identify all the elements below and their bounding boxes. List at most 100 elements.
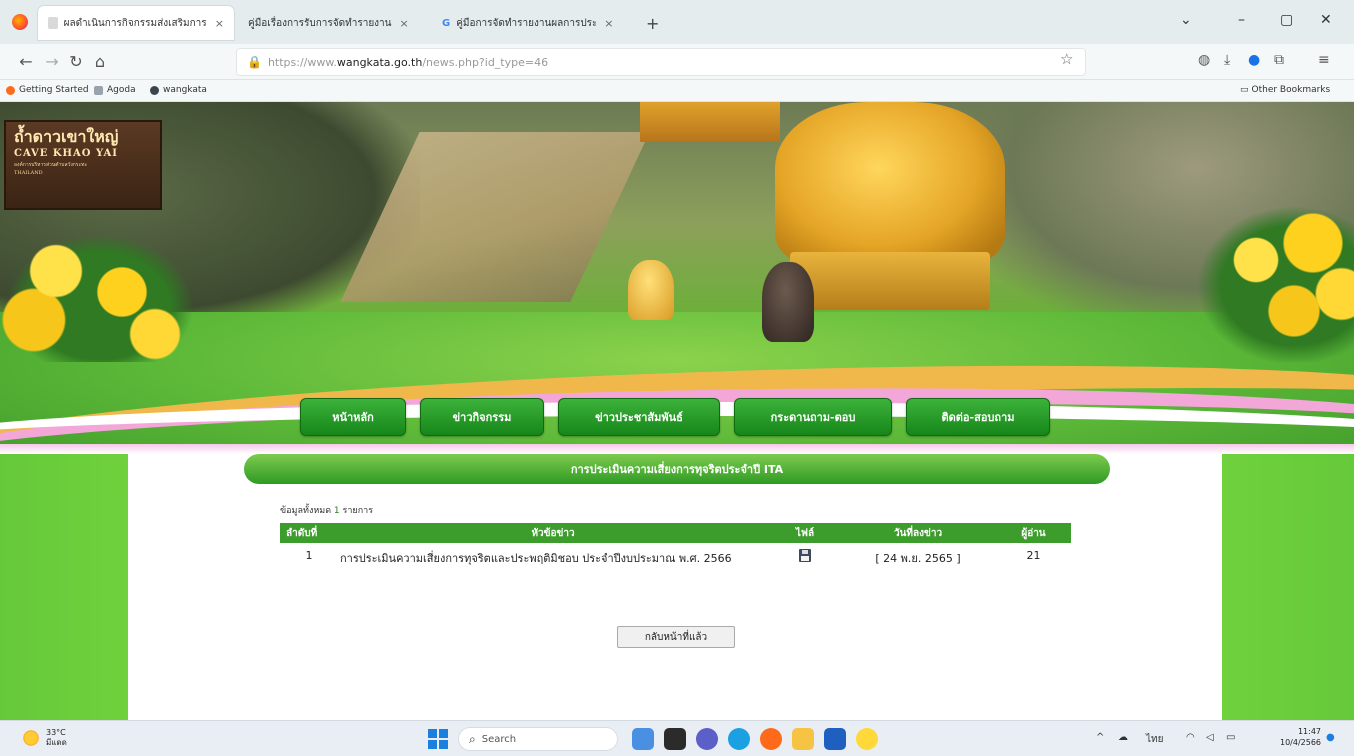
row-readers: 21 xyxy=(996,543,1071,573)
back-button[interactable]: กลับหน้าที่แล้ว xyxy=(617,626,735,648)
browser-tab-2[interactable]: คู่มือเรื่องการรับการจัดทำรายงาน × xyxy=(238,6,428,40)
weather-temp: 33°C xyxy=(46,728,66,737)
bookmark-label: wangkata xyxy=(163,85,207,95)
tray-cloud-icon[interactable]: ☁ xyxy=(1118,732,1128,743)
app-icon-widgets[interactable] xyxy=(632,728,654,750)
globe-bookmark-icon xyxy=(150,85,159,95)
maximize-button[interactable]: ▢ xyxy=(1280,12,1293,28)
downloads-icon[interactable]: ⤓ xyxy=(1224,52,1230,68)
sun-icon xyxy=(22,729,40,747)
bookmark-star-icon[interactable]: ☆ xyxy=(1060,50,1073,68)
menu-activity-news[interactable]: ข่าวกิจกรรม xyxy=(420,398,544,436)
extensions-icon[interactable]: ⧉ xyxy=(1274,52,1284,68)
clock-time: 11:47 xyxy=(1297,727,1322,736)
content-area xyxy=(0,444,1354,720)
count-value: 1 xyxy=(333,506,340,516)
app-icon-chat[interactable] xyxy=(696,728,718,750)
record-count: ข้อมูลทั้งหมด 1 รายการ xyxy=(280,503,373,517)
temple-roof-image xyxy=(640,102,780,142)
table-header-row: ลำดับที่ หัวข้อข่าว ไฟล์ วันที่ลงข่าว ผู… xyxy=(280,523,1071,543)
clock-date: 10/4/2566 xyxy=(1280,738,1322,747)
header-readers: ผู้อ่าน xyxy=(996,523,1071,543)
page-bookmark-icon xyxy=(94,85,103,95)
windows-taskbar: 33°C มีแดด ⌕ Search ^ ☁ ไทย ◠ ◁ ▭ 11:47 … xyxy=(0,720,1354,756)
pocket-icon[interactable]: ◍ xyxy=(1198,52,1210,68)
tab-list-button[interactable]: ⌄ xyxy=(1180,12,1192,28)
app-icon-edge[interactable] xyxy=(728,728,750,750)
back-arrow-icon[interactable]: ← xyxy=(16,52,36,71)
account-icon[interactable]: ● xyxy=(1248,52,1260,68)
browser-tab-strip: ผลดำเนินการกิจกรรมส่งเสริมการร ค่าย... ×… xyxy=(0,0,1354,44)
new-tab-button[interactable]: + xyxy=(646,14,659,33)
bookmark-label: Getting Started xyxy=(19,85,89,95)
app-icon-file-explorer[interactable] xyxy=(792,728,814,750)
row-title-link[interactable]: การประเมินความเสี่ยงการทุจริตและประพฤติม… xyxy=(336,543,770,573)
other-bookmarks[interactable]: ▭ Other Bookmarks xyxy=(1240,85,1330,95)
header-no: ลำดับที่ xyxy=(280,523,336,543)
app-icon-firefox[interactable] xyxy=(760,728,782,750)
bookmark-getting-started[interactable]: Getting Started xyxy=(6,85,89,95)
tray-chevron-icon[interactable]: ^ xyxy=(1096,732,1104,743)
tray-language[interactable]: ไทย xyxy=(1146,732,1163,747)
tab-title: คู่มือการจัดทำรายงานผลการประเมินความเสี่… xyxy=(456,17,597,29)
app-icon-chrome[interactable] xyxy=(856,728,878,750)
yellow-flowers-right-image xyxy=(1180,192,1354,362)
tab-close-icon[interactable]: × xyxy=(400,17,409,30)
home-icon[interactable]: ⌂ xyxy=(90,52,110,71)
app-icon-word[interactable] xyxy=(824,728,846,750)
menu-press-releases[interactable]: ข่าวประชาสัมพันธ์ xyxy=(558,398,720,436)
url-prefix: https://www. xyxy=(267,55,337,69)
tab-close-icon[interactable]: × xyxy=(604,17,613,30)
minimize-button[interactable]: – xyxy=(1238,12,1245,28)
folder-icon: ▭ xyxy=(1240,85,1249,95)
bookmark-agoda[interactable]: Agoda xyxy=(94,85,136,95)
taskbar-clock[interactable]: 11:47 10/4/2566 xyxy=(1280,726,1321,748)
header-file: ไฟล์ xyxy=(770,523,840,543)
main-menu: หน้าหลัก ข่าวกิจกรรม ข่าวประชาสัมพันธ์ ก… xyxy=(0,398,1354,438)
menu-hamburger-icon[interactable]: ≡ xyxy=(1318,52,1330,68)
count-suffix: รายการ xyxy=(342,506,374,516)
weather-widget[interactable]: 33°C มีแดด xyxy=(22,728,67,748)
search-placeholder: Search xyxy=(481,733,517,745)
sign-thai-title: ถ้ำดาวเขาใหญ่ xyxy=(14,127,119,146)
menu-webboard[interactable]: กระดานถาม-ตอบ xyxy=(734,398,892,436)
windows-start-icon[interactable] xyxy=(428,729,448,749)
bookmark-wangkata[interactable]: wangkata xyxy=(150,85,207,95)
browser-tab-3[interactable]: G คู่มือการจัดทำรายงานผลการประเมินความเส… xyxy=(432,6,638,40)
url-bar[interactable]: 🔒 https://www. wangkata.go.th/news.php?id… xyxy=(236,48,1086,76)
search-icon: ⌕ xyxy=(469,731,476,746)
bookmarks-bar: Getting Started Agoda wangkata ▭ Other B… xyxy=(0,80,1354,102)
row-file-cell xyxy=(770,543,840,573)
firefox-bookmark-icon xyxy=(6,85,15,95)
notification-icon[interactable]: ● xyxy=(1326,732,1335,743)
yellow-flowers-left-image xyxy=(0,222,210,362)
wifi-icon[interactable]: ◠ xyxy=(1186,732,1195,743)
cave-sign: ถ้ำดาวเขาใหญ่ CAVE KHAO YAI องค์การบริหา… xyxy=(4,120,162,210)
section-title: การประเมินความเสี่ยงการทุจริตประจำปี ITA xyxy=(244,454,1110,484)
forward-arrow-icon[interactable]: → xyxy=(42,52,62,71)
menu-home[interactable]: หน้าหลัก xyxy=(300,398,406,436)
reload-icon[interactable]: ↻ xyxy=(66,52,86,71)
table-row: 1 การประเมินความเสี่ยงการทุจริตและประพฤต… xyxy=(280,543,1071,573)
tab-close-icon[interactable]: × xyxy=(215,17,224,30)
menu-contact[interactable]: ติดต่อ-สอบถาม xyxy=(906,398,1050,436)
browser-tab-1[interactable]: ผลดำเนินการกิจกรรมส่งเสริมการร ค่าย... × xyxy=(38,6,234,40)
tab-title: คู่มือเรื่องการรับการจัดทำรายงาน xyxy=(248,17,392,29)
floppy-disk-icon[interactable] xyxy=(799,549,811,562)
other-bookmarks-label: Other Bookmarks xyxy=(1251,85,1331,95)
bookmark-label: Agoda xyxy=(107,85,136,95)
row-date: [ 24 พ.ย. 2565 ] xyxy=(840,543,996,573)
weather-desc: มีแดด xyxy=(46,738,67,747)
speaker-icon[interactable]: ◁ xyxy=(1206,732,1214,743)
url-domain: wangkata.go.th xyxy=(336,55,423,69)
header-date: วันที่ลงข่าว xyxy=(840,523,996,543)
lock-icon: 🔒 xyxy=(247,55,262,69)
row-no: 1 xyxy=(280,543,336,573)
taskbar-search[interactable]: ⌕ Search xyxy=(458,727,618,751)
battery-icon[interactable]: ▭ xyxy=(1226,732,1235,743)
close-window-button[interactable]: ✕ xyxy=(1320,12,1332,28)
small-buddha-image xyxy=(628,260,674,320)
tab-title: ผลดำเนินการกิจกรรมส่งเสริมการร ค่าย... xyxy=(63,17,207,29)
sign-country: THAILAND xyxy=(14,170,43,176)
app-icon-task-view[interactable] xyxy=(664,728,686,750)
